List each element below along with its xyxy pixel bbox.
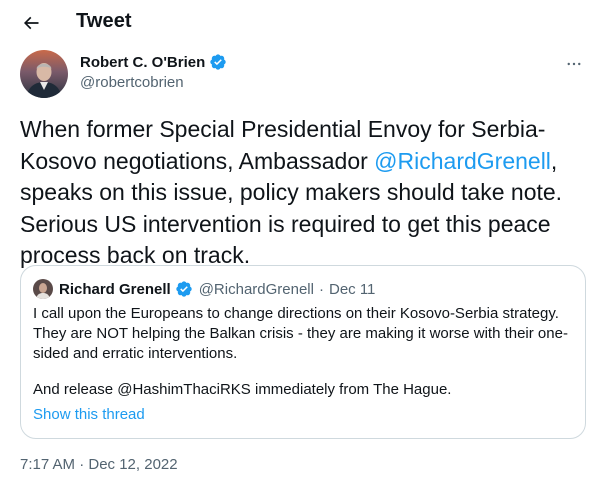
back-button[interactable] (14, 6, 48, 40)
quoted-avatar (33, 279, 53, 299)
page-title: Tweet (76, 10, 132, 32)
meta-separator: · (318, 280, 324, 298)
tweet-author: Robert C. O'Brien @robertcobrien (20, 50, 590, 100)
arrow-left-icon (23, 16, 39, 30)
author-name[interactable]: Robert C. O'Brien (80, 53, 227, 71)
mention-link[interactable]: @RichardGrenell (374, 148, 551, 174)
quoted-tweet-card[interactable]: Richard Grenell @RichardGrenell · Dec 11… (20, 265, 586, 439)
more-horizontal-icon (567, 62, 581, 66)
quoted-text-paragraph-1: I call upon the Europeans to change dire… (33, 305, 568, 362)
verified-badge-icon (176, 281, 192, 297)
quoted-author-handle: @RichardGrenell (198, 280, 314, 298)
quoted-author-name: Richard Grenell (59, 280, 171, 298)
avatar[interactable] (20, 50, 68, 98)
page-header: Tweet (0, 0, 608, 44)
tweet-timestamp[interactable]: 7:17 AM · Dec 12, 2022 (20, 456, 178, 473)
quoted-text-paragraph-2: And release @HashimThaciRKS immediately … (33, 381, 452, 398)
verified-badge-icon (210, 54, 226, 70)
tweet-text: When former Special Presidential Envoy f… (20, 114, 590, 272)
author-name-text: Robert C. O'Brien (80, 53, 206, 71)
quoted-date: Dec 11 (328, 280, 376, 298)
author-handle[interactable]: @robertcobrien (80, 74, 184, 91)
quoted-tweet-header: Richard Grenell @RichardGrenell · Dec 11 (33, 278, 375, 300)
more-options-button[interactable] (558, 50, 590, 78)
show-thread-link[interactable]: Show this thread (33, 406, 145, 423)
